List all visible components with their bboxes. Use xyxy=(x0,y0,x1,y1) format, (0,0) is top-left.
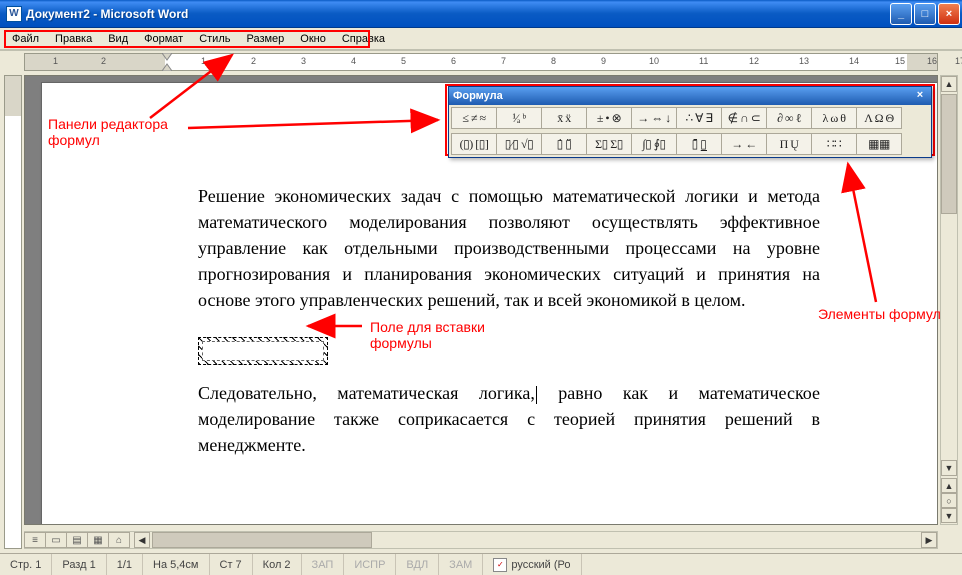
ruler-tick: 2 xyxy=(101,56,106,66)
status-flag: ИСПР xyxy=(344,554,396,575)
horizontal-scrollbar: ≡▭▤▦⌂ ◀ ▶ xyxy=(24,531,938,549)
status-lang-text: русский (Ро xyxy=(511,559,570,571)
ruler-tick: 4 xyxy=(351,56,356,66)
close-button[interactable]: × xyxy=(938,3,960,25)
status-lang: ✓ русский (Ро xyxy=(483,554,581,575)
ruler-tick: 16 xyxy=(927,56,937,66)
prev-page-button[interactable]: ▲ xyxy=(941,478,957,493)
formula-button[interactable]: λ ω θ xyxy=(811,107,857,129)
ruler-tick: 1 xyxy=(201,56,206,66)
text-caret xyxy=(536,386,537,404)
menu-стиль[interactable]: Стиль xyxy=(191,31,238,47)
maximize-button[interactable]: □ xyxy=(914,3,936,25)
view-mode-button[interactable]: ≡ xyxy=(24,532,46,548)
ruler-tick: 8 xyxy=(551,56,556,66)
menu-справка[interactable]: Справка xyxy=(334,31,393,47)
hscroll-thumb[interactable] xyxy=(152,532,372,548)
formula-insert-field[interactable] xyxy=(198,337,328,365)
ruler-tick: 15 xyxy=(895,56,905,66)
formula-button[interactable]: ≤ ≠ ≈ xyxy=(451,107,497,129)
view-mode-button[interactable]: ▦ xyxy=(87,532,109,548)
ruler-tick: 7 xyxy=(501,56,506,66)
paragraph-1: Решение экономических задач с помощью ма… xyxy=(198,183,820,313)
menu-окно[interactable]: Окно xyxy=(292,31,334,47)
formula-row-1: ≤ ≠ ≈¹⁄ₐ ᵇx̄ ẍ± • ⊗→ ⇔ ↓∴ ∀ ∃∉ ∩ ⊂∂ ∞ ℓλ… xyxy=(449,105,931,131)
ruler-tick: 1 xyxy=(53,56,58,66)
status-section: Разд 1 xyxy=(52,554,106,575)
view-mode-button[interactable]: ⌂ xyxy=(108,532,130,548)
status-col: Кол 2 xyxy=(253,554,302,575)
ruler-tick: 12 xyxy=(749,56,759,66)
formula-close-button[interactable]: × xyxy=(913,89,927,103)
window-title: Документ2 - Microsoft Word xyxy=(26,7,890,21)
formula-button[interactable]: Λ Ω Θ xyxy=(856,107,902,129)
word-icon: W xyxy=(6,6,22,22)
formula-button[interactable]: ¹⁄ₐ ᵇ xyxy=(496,107,542,129)
menu-размер[interactable]: Размер xyxy=(238,31,292,47)
titlebar: W Документ2 - Microsoft Word _ □ × xyxy=(0,0,962,28)
ruler-tick: 2 xyxy=(251,56,256,66)
formula-button[interactable]: ± • ⊗ xyxy=(586,107,632,129)
formula-button[interactable]: ▯̄ ▯̲ xyxy=(676,133,722,155)
ruler-tick: 14 xyxy=(849,56,859,66)
ruler-tick: 10 xyxy=(649,56,659,66)
scroll-right-button[interactable]: ▶ xyxy=(921,532,937,548)
ruler-tick: 9 xyxy=(601,56,606,66)
menu-правка[interactable]: Правка xyxy=(47,31,100,47)
formula-button[interactable]: → ← xyxy=(721,133,767,155)
status-bar: Стр. 1 Разд 1 1/1 На 5,4см Ст 7 Кол 2 ЗА… xyxy=(0,553,962,575)
formula-button[interactable]: Σ▯ Σ▯ xyxy=(586,133,632,155)
menubar: ФайлПравкаВидФорматСтильРазмерОкноСправк… xyxy=(0,28,962,50)
horizontal-ruler[interactable]: 121234567891011121314151617 xyxy=(24,53,938,71)
formula-title-text: Формула xyxy=(453,90,503,102)
menu-формат[interactable]: Формат xyxy=(136,31,191,47)
status-line: Ст 7 xyxy=(210,554,253,575)
formula-button[interactable]: ∂ ∞ ℓ xyxy=(766,107,812,129)
view-mode-button[interactable]: ▤ xyxy=(66,532,88,548)
ruler-tick: 11 xyxy=(699,56,708,66)
hscroll-track[interactable]: ◀ ▶ xyxy=(134,532,937,548)
formula-button[interactable]: → ⇔ ↓ xyxy=(631,107,677,129)
browse-object-button[interactable]: ○ xyxy=(941,493,957,508)
ruler-tick: 5 xyxy=(401,56,406,66)
paragraph-2a: Следовательно, математическая логика, xyxy=(198,383,535,403)
vscroll-thumb[interactable] xyxy=(941,94,957,214)
formula-row-2: (▯) [▯]▯⁄▯ √▯▯̇ ▯̈Σ▯ Σ▯∫▯ ∮▯▯̄ ▯̲→ ←Π Ų∷… xyxy=(449,131,931,157)
vertical-scrollbar[interactable]: ▲ ▼ ▲ ○ ▼ xyxy=(940,75,958,525)
formula-button[interactable]: (▯) [▯] xyxy=(451,133,497,155)
status-page: Стр. 1 xyxy=(0,554,52,575)
status-pages: 1/1 xyxy=(107,554,143,575)
status-at: На 5,4см xyxy=(143,554,209,575)
formula-button[interactable]: x̄ ẍ xyxy=(541,107,587,129)
scroll-up-button[interactable]: ▲ xyxy=(941,76,957,92)
minimize-button[interactable]: _ xyxy=(890,3,912,25)
lang-icon: ✓ xyxy=(493,558,507,572)
scroll-down-button[interactable]: ▼ xyxy=(941,460,957,476)
ruler-tick: 6 xyxy=(451,56,456,66)
status-flag: ЗАП xyxy=(302,554,345,575)
formula-button[interactable]: Π Ų xyxy=(766,133,812,155)
formula-button[interactable]: ∫▯ ∮▯ xyxy=(631,133,677,155)
next-page-button[interactable]: ▼ xyxy=(941,508,957,523)
formula-button[interactable]: ▯̇ ▯̈ xyxy=(541,133,587,155)
formula-button[interactable]: ∉ ∩ ⊂ xyxy=(721,107,767,129)
status-flag: ВДЛ xyxy=(396,554,439,575)
paragraph-2: Следовательно, математическая логика, ра… xyxy=(198,380,820,458)
menu-вид[interactable]: Вид xyxy=(100,31,136,47)
formula-button[interactable]: ▦▦ xyxy=(856,133,902,155)
formula-toolbar[interactable]: Формула × ≤ ≠ ≈¹⁄ₐ ᵇx̄ ẍ± • ⊗→ ⇔ ↓∴ ∀ ∃∉… xyxy=(448,86,932,158)
formula-button[interactable]: ▯⁄▯ √▯ xyxy=(496,133,542,155)
status-flag: ЗАМ xyxy=(439,554,483,575)
formula-toolbar-title[interactable]: Формула × xyxy=(449,87,931,105)
menu-файл[interactable]: Файл xyxy=(4,31,47,47)
vertical-ruler[interactable] xyxy=(4,75,22,549)
view-mode-button[interactable]: ▭ xyxy=(45,532,67,548)
ruler-tick: 17 xyxy=(955,56,962,66)
formula-button[interactable]: ∴ ∀ ∃ xyxy=(676,107,722,129)
scroll-left-button[interactable]: ◀ xyxy=(134,532,150,548)
formula-button[interactable]: ∷∷ xyxy=(811,133,857,155)
ruler-tick: 3 xyxy=(301,56,306,66)
ruler-tick: 13 xyxy=(799,56,809,66)
